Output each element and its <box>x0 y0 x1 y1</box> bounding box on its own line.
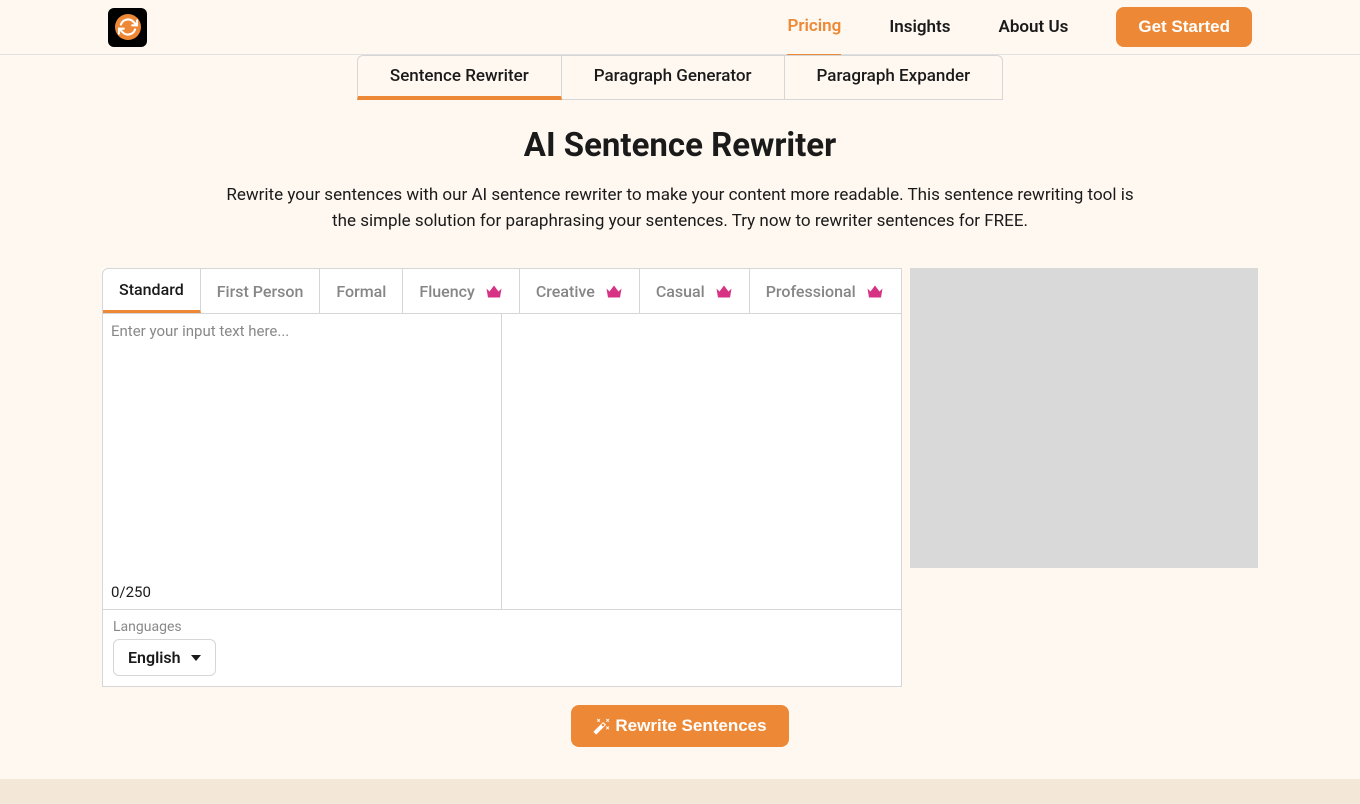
action-row: Rewrite Sentences <box>0 705 1360 779</box>
crown-icon <box>485 284 503 299</box>
tab-paragraph-expander[interactable]: Paragraph Expander <box>785 55 1004 100</box>
get-started-button[interactable]: Get Started <box>1116 7 1252 47</box>
footer-band <box>0 779 1360 804</box>
language-section: Languages English <box>102 610 902 687</box>
crown-icon <box>715 284 733 299</box>
input-textarea[interactable] <box>111 322 493 579</box>
style-tab-label: Creative <box>536 282 595 301</box>
style-tab-first-person[interactable]: First Person <box>201 269 321 313</box>
style-tab-standard[interactable]: Standard <box>103 269 201 313</box>
style-tab-professional[interactable]: Professional <box>750 269 900 313</box>
char-count: 0/250 <box>111 579 493 601</box>
language-selected: English <box>128 648 181 667</box>
refresh-arrows-icon <box>118 17 138 37</box>
style-tabs: Standard First Person Formal Fluency Cre… <box>102 268 902 313</box>
crown-icon <box>605 284 623 299</box>
tab-paragraph-generator[interactable]: Paragraph Generator <box>562 55 785 100</box>
main-wrapper: Standard First Person Formal Fluency Cre… <box>102 268 1258 687</box>
editor-area: 0/250 <box>102 313 902 610</box>
style-tab-label: Casual <box>656 282 705 301</box>
style-tab-creative[interactable]: Creative <box>520 269 640 313</box>
main-nav: Pricing Insights About Us Get Started <box>787 0 1252 57</box>
nav-insights[interactable]: Insights <box>889 0 950 55</box>
style-tab-formal[interactable]: Formal <box>320 269 403 313</box>
style-tab-label: Professional <box>766 282 856 301</box>
caret-down-icon <box>191 655 201 661</box>
page-title: AI Sentence Rewriter <box>0 126 1360 165</box>
logo-inner <box>115 14 141 40</box>
output-panel <box>502 314 901 609</box>
rewrite-button-label: Rewrite Sentences <box>615 716 766 736</box>
header: Pricing Insights About Us Get Started <box>0 0 1360 55</box>
page-description: Rewrite your sentences with our AI sente… <box>225 183 1135 234</box>
input-panel: 0/250 <box>103 314 502 609</box>
nav-about[interactable]: About Us <box>999 0 1069 55</box>
language-select[interactable]: English <box>113 639 216 676</box>
wand-icon <box>593 717 611 735</box>
editor-panel: Standard First Person Formal Fluency Cre… <box>102 268 902 687</box>
rewrite-button[interactable]: Rewrite Sentences <box>571 705 788 747</box>
ad-panel <box>910 268 1258 568</box>
style-tab-label: Fluency <box>419 282 474 301</box>
crown-icon <box>866 284 884 299</box>
logo[interactable] <box>108 8 147 47</box>
language-label: Languages <box>113 619 891 635</box>
style-tab-fluency[interactable]: Fluency <box>403 269 519 313</box>
nav-pricing[interactable]: Pricing <box>787 0 841 57</box>
tab-sentence-rewriter[interactable]: Sentence Rewriter <box>357 55 562 100</box>
style-tab-casual[interactable]: Casual <box>640 269 750 313</box>
tool-tabs: Sentence Rewriter Paragraph Generator Pa… <box>0 55 1360 100</box>
